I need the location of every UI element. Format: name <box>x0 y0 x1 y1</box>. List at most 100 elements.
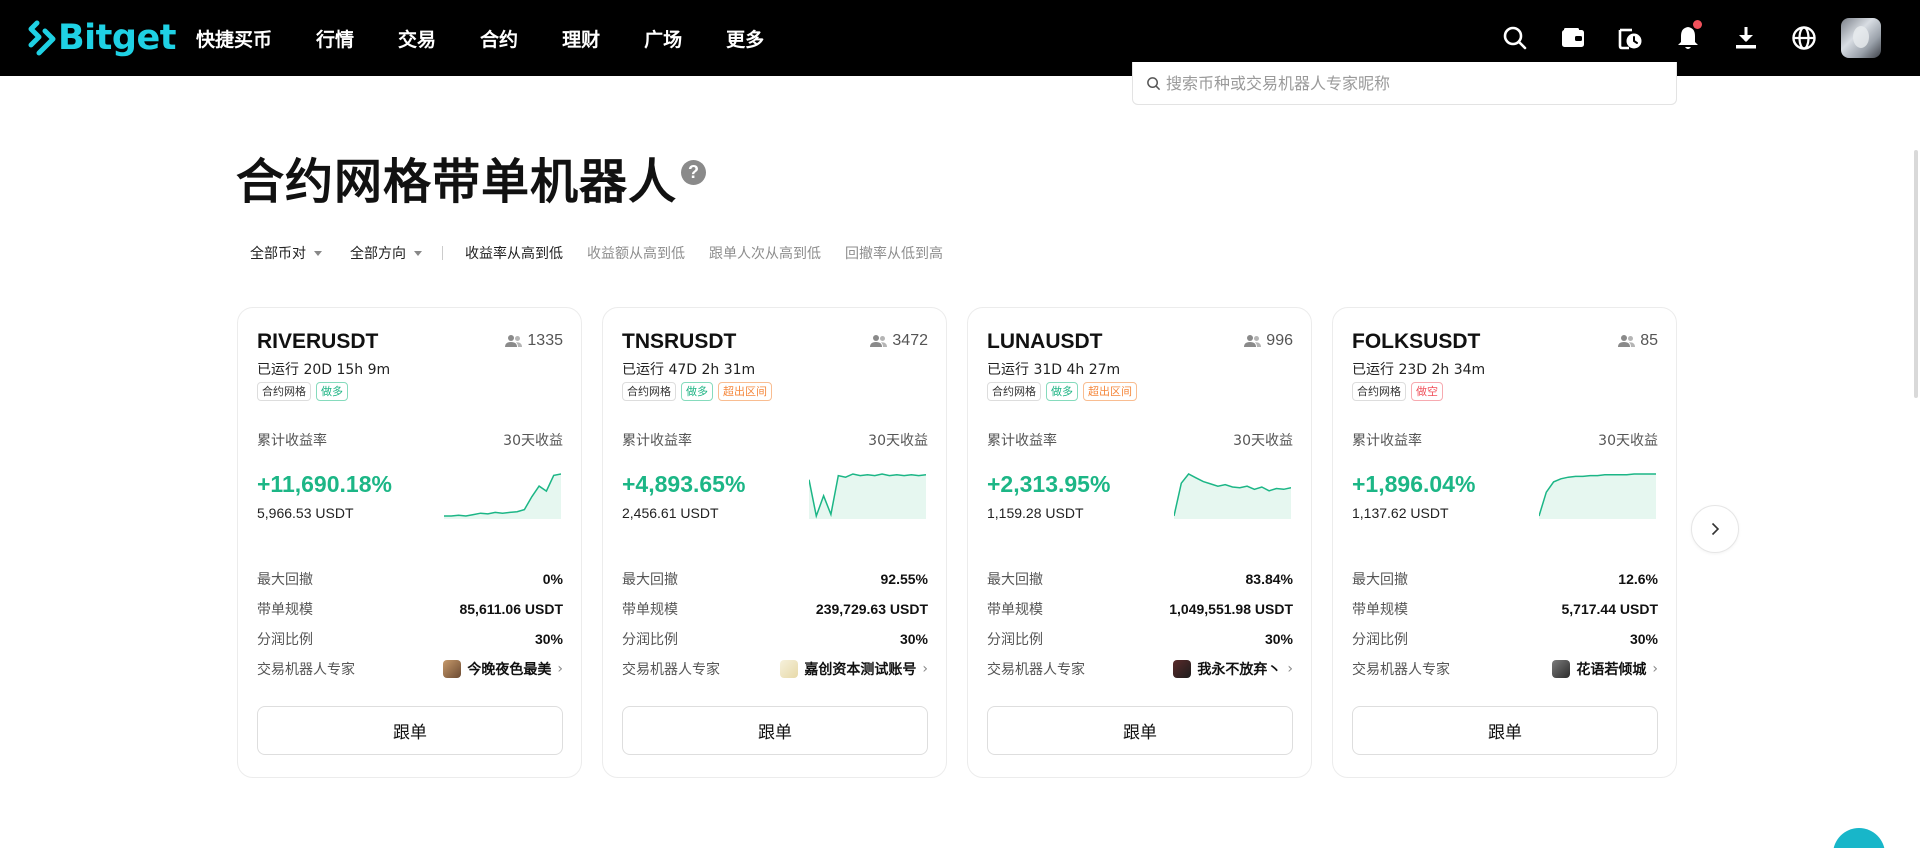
scale-row: 带单规模 85,611.06 USDT <box>257 599 563 619</box>
search-icon <box>1147 76 1161 90</box>
expert-link[interactable]: 我永不放弃丶 › <box>1173 659 1293 679</box>
sort-followers-desc[interactable]: 跟单人次从高到低 <box>709 243 821 263</box>
next-page-button[interactable] <box>1691 505 1739 553</box>
history-icon[interactable] <box>1616 24 1644 52</box>
thirty-day-label: 30天收益 <box>503 433 563 449</box>
cumulative-amount: 1,137.62 USDT <box>1352 505 1449 521</box>
users-icon <box>1244 335 1262 347</box>
max-drawdown-value: 92.55% <box>880 571 928 587</box>
thirty-day-sparkline <box>1539 473 1656 519</box>
bot-card-lunausdt[interactable]: LUNAUSDT 996 已运行 31D 4h 27m 合约网格 做多 超出区间 累… <box>967 307 1312 778</box>
user-avatar[interactable] <box>1841 18 1881 58</box>
expert-name: 我永不放弃丶 <box>1197 662 1282 678</box>
chevron-right-icon: › <box>922 661 928 677</box>
pair-dropdown[interactable]: 全部币对 <box>250 243 322 263</box>
share-label: 分润比例 <box>622 632 678 648</box>
expert-avatar <box>780 660 799 678</box>
bell-icon[interactable] <box>1674 20 1702 52</box>
follow-button[interactable]: 跟单 <box>622 706 928 755</box>
globe-icon[interactable] <box>1790 24 1818 52</box>
scale-label: 带单规模 <box>257 602 313 618</box>
users-icon <box>1618 335 1636 347</box>
nav-item-more[interactable]: 更多 <box>726 25 764 52</box>
share-value: 30% <box>1264 631 1293 647</box>
sparkline-area <box>444 474 561 519</box>
scale-value: 85,611.06 USDT <box>459 601 563 617</box>
sort-drawdown-asc[interactable]: 回撤率从低到高 <box>845 243 943 263</box>
bitget-logo-icon <box>28 20 56 56</box>
scale-value: 239,729.63 USDT <box>815 601 928 617</box>
max-drawdown-label: 最大回撤 <box>622 572 678 588</box>
share-label: 分润比例 <box>257 632 313 648</box>
expert-link[interactable]: 嘉创资本测试账号 › <box>780 659 928 679</box>
bot-card-tnsrusdt[interactable]: TNSRUSDT 3472 已运行 47D 2h 31m 合约网格 做多 超出区间 … <box>602 307 947 778</box>
search-icon[interactable] <box>1501 24 1529 52</box>
users-icon <box>870 335 888 347</box>
scale-value: 5,717.44 USDT <box>1561 601 1659 617</box>
search-bar[interactable] <box>1132 62 1677 105</box>
follow-button[interactable]: 跟单 <box>987 706 1293 755</box>
nav-item-earn[interactable]: 理财 <box>562 25 600 52</box>
follower-count: 1335 <box>505 332 563 350</box>
divider <box>442 246 443 260</box>
max-drawdown-label: 最大回撤 <box>1352 572 1408 588</box>
share-label: 分润比例 <box>987 632 1043 648</box>
chevron-right-icon: › <box>557 661 563 677</box>
expert-row: 交易机器人专家 嘉创资本测试账号 › <box>622 659 928 679</box>
card-symbol: TNSRUSDT <box>622 330 737 353</box>
search-input[interactable] <box>1166 73 1646 93</box>
expert-row: 交易机器人专家 今晚夜色最美 › <box>257 659 563 679</box>
expert-link[interactable]: 今晚夜色最美 › <box>443 659 563 679</box>
expert-row: 交易机器人专家 花语若倾城 › <box>1352 659 1658 679</box>
nav-item-square[interactable]: 广场 <box>644 25 682 52</box>
expert-link[interactable]: 花语若倾城 › <box>1552 659 1658 679</box>
nav-item-trade[interactable]: 交易 <box>398 25 436 52</box>
follower-count-value: 1335 <box>527 332 563 349</box>
sort-amount-desc[interactable]: 收益额从高到低 <box>587 243 685 263</box>
bot-card-folksusdt[interactable]: FOLKSUSDT 85 已运行 23D 2h 34m 合约网格 做空 累计收益率… <box>1332 307 1677 778</box>
follow-button[interactable]: 跟单 <box>1352 706 1658 755</box>
max-drawdown-row: 最大回撤 92.55% <box>622 569 928 589</box>
max-drawdown-label: 最大回撤 <box>257 572 313 588</box>
share-label: 分润比例 <box>1352 632 1408 648</box>
max-drawdown-value: 0% <box>542 571 563 587</box>
sparkline-area <box>809 474 926 519</box>
wallet-icon[interactable] <box>1559 24 1587 52</box>
expert-label: 交易机器人专家 <box>622 662 720 678</box>
thirty-day-sparkline <box>1174 473 1291 519</box>
cumulative-rate-label: 累计收益率 <box>257 433 327 449</box>
nav-item-quick-buy[interactable]: 快捷买币 <box>196 25 272 52</box>
max-drawdown-row: 最大回撤 12.6% <box>1352 569 1658 589</box>
cumulative-amount: 1,159.28 USDT <box>987 505 1084 521</box>
runtime: 已运行 31D 4h 27m <box>987 362 1121 378</box>
chevron-right-icon: › <box>1287 661 1293 677</box>
download-icon[interactable] <box>1732 24 1760 52</box>
card-symbol: FOLKSUSDT <box>1352 330 1481 353</box>
tag-list: 合约网格 做多 超出区间 <box>622 382 777 401</box>
share-value: 30% <box>1629 631 1658 647</box>
nav-item-markets[interactable]: 行情 <box>316 25 354 52</box>
share-row: 分润比例 30% <box>987 629 1293 649</box>
chevron-right-icon <box>1711 522 1720 536</box>
bot-card-riverusdt[interactable]: RIVERUSDT 1335 已运行 20D 15h 9m 合约网格 做多 累计收… <box>237 307 582 778</box>
support-chat-button[interactable] <box>1833 828 1885 848</box>
help-icon[interactable]: ? <box>681 160 706 185</box>
runtime: 已运行 23D 2h 34m <box>1352 362 1486 378</box>
follow-button[interactable]: 跟单 <box>257 706 563 755</box>
follower-count: 3472 <box>870 332 928 350</box>
scrollbar[interactable] <box>1914 150 1918 398</box>
cumulative-rate: +2,313.95% <box>987 471 1111 497</box>
share-row: 分润比例 30% <box>622 629 928 649</box>
direction-dropdown[interactable]: 全部方向 <box>350 243 422 263</box>
bitget-logo[interactable]: Bitget <box>28 18 176 58</box>
cumulative-rate-label: 累计收益率 <box>1352 433 1422 449</box>
tag-out: 超出区间 <box>1083 382 1137 401</box>
expert-label: 交易机器人专家 <box>987 662 1085 678</box>
tag-list: 合约网格 做空 <box>1352 382 1448 401</box>
tag-plain: 合约网格 <box>987 382 1041 401</box>
nav-item-futures[interactable]: 合约 <box>480 25 518 52</box>
cumulative-rate-label: 累计收益率 <box>987 433 1057 449</box>
sort-rate-desc[interactable]: 收益率从高到低 <box>465 243 563 263</box>
share-value: 30% <box>899 631 928 647</box>
pair-dropdown-label: 全部币对 <box>250 246 306 262</box>
